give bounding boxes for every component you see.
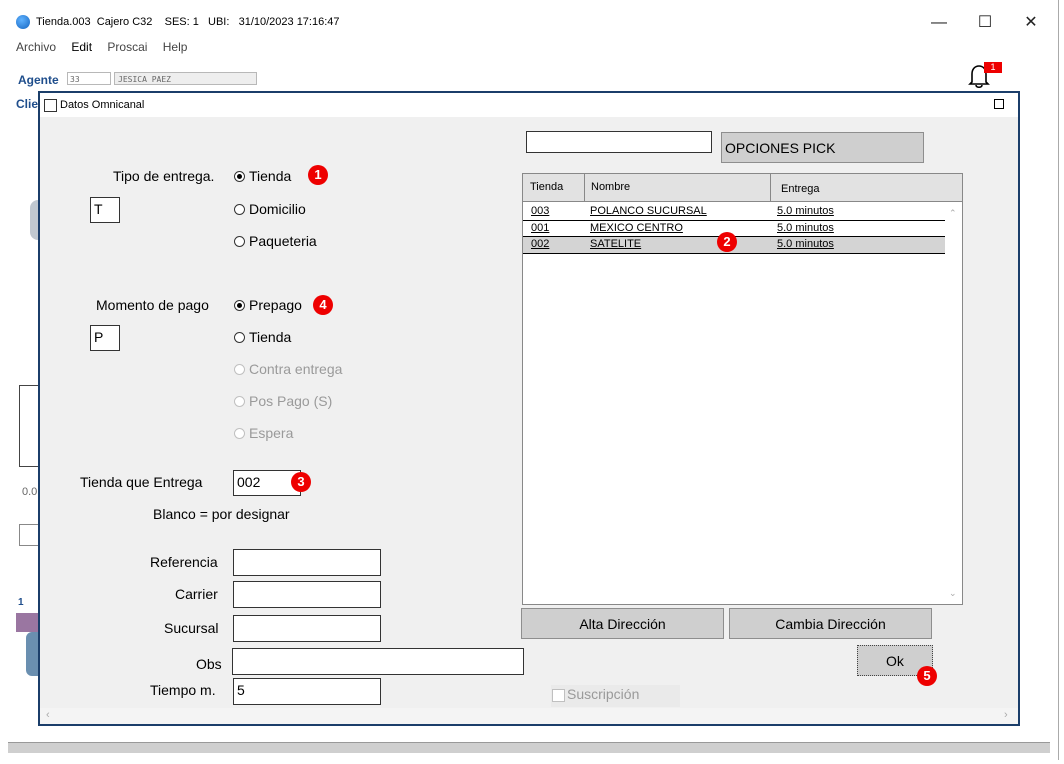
scroll-down-icon[interactable]: ⌄ [949,588,957,599]
app-globe-icon [16,15,30,29]
carrier-field[interactable] [233,581,381,608]
alta-direccion-button[interactable]: Alta Dirección [521,608,724,639]
cambia-direccion-button[interactable]: Cambia Dirección [729,608,932,639]
agent-code-field[interactable]: 33 [67,72,111,85]
radio-pago-prepago[interactable]: Prepago [234,297,302,313]
column-header-entrega[interactable]: Entrega [781,183,820,195]
tienda-entrega-hint: Blanco = por designar [153,506,290,522]
radio-pago-espera: Espera [234,425,293,441]
radio-label: Domicilio [249,201,306,217]
cell-nombre: MEXICO CENTRO [590,222,683,234]
radio-label: Tienda [249,329,292,345]
close-button[interactable]: ✕ [1008,8,1054,38]
agent-label: Agente [18,73,59,87]
obs-label: Obs [196,656,222,672]
radio-dot [234,427,245,439]
table-vertical-scrollbar[interactable]: ⌃ ⌄ [946,202,962,604]
radio-label: Tienda [249,168,292,184]
carrier-label: Carrier [175,586,218,602]
callout-badge-1: 1 [308,165,328,185]
background-swatch [16,613,40,632]
radio-label: Paqueteria [249,233,317,249]
callout-badge-4: 4 [313,295,333,315]
column-divider [584,174,585,201]
tiempo-label: Tiempo m. [150,682,216,698]
dialog-titlebar [40,93,1018,117]
radio-label: Espera [249,425,294,441]
referencia-field[interactable] [233,549,381,576]
column-header-tienda[interactable]: Tienda [530,181,563,193]
obs-field[interactable] [232,648,524,675]
momento-pago-code-field[interactable]: P [90,325,120,351]
pick-search-field[interactable] [526,131,712,153]
background-value: 0.0 [22,486,38,498]
scroll-right-icon[interactable]: › [1004,709,1008,721]
background-list-number: 1 [18,597,24,608]
tipo-entrega-code-field[interactable]: T [90,197,120,223]
radio-dot [234,395,245,407]
sucursal-label: Sucursal [164,620,219,636]
cell-entrega: 5.0 minutos [777,205,834,217]
radio-label: Prepago [249,297,302,313]
tiempo-field[interactable]: 5 [233,678,381,705]
radio-dot [234,299,245,311]
radio-label: Pos Pago (S) [249,393,333,409]
agent-name-field: JESICA PAEZ [114,72,257,85]
callout-badge-3: 3 [291,472,311,492]
cell-tienda: 002 [531,238,550,250]
dialog-maximize-button[interactable] [994,99,1004,109]
radio-entrega-domicilio[interactable]: Domicilio [234,201,306,217]
tiendas-table: Tienda Nombre Entrega 003 POLANCO SUCURS… [522,173,963,605]
tienda-entrega-label: Tienda que Entrega [80,474,203,490]
radio-entrega-paqueteria[interactable]: Paqueteria [234,233,317,249]
cell-tienda: 001 [531,222,550,234]
cell-tienda: 003 [531,205,550,217]
datos-omnicanal-dialog: Datos Omnicanal Tipo de entrega. Tienda … [38,91,1020,726]
notification-count-badge: 1 [984,62,1002,73]
table-header: Tienda Nombre Entrega [523,174,962,202]
column-divider [770,174,771,201]
menu-help[interactable]: Help [163,40,188,54]
opciones-pick-button[interactable]: OPCIONES PICK [721,132,924,163]
client-label: Clie [16,97,39,111]
cell-nombre: SATELITE [590,238,642,250]
tipo-entrega-label: Tipo de entrega. [113,168,215,184]
suscripcion-checkbox [552,689,565,702]
radio-pago-tienda[interactable]: Tienda [234,329,291,345]
dialog-window-icon [44,99,57,112]
menu-proscai[interactable]: Proscai [107,40,147,54]
callout-badge-5: 5 [917,666,937,686]
menu-edit[interactable]: Edit [71,40,92,54]
sucursal-field[interactable] [233,615,381,642]
column-header-nombre[interactable]: Nombre [591,181,630,193]
referencia-label: Referencia [150,554,218,570]
radio-dot [234,170,245,182]
status-bar [8,742,1050,753]
dialog-title: Datos Omnicanal [60,99,145,111]
cell-entrega: 5.0 minutos [777,238,834,250]
scroll-up-icon[interactable]: ⌃ [949,208,957,219]
menu-archivo[interactable]: Archivo [16,40,56,54]
suscripcion-label: Suscripción [567,686,640,702]
radio-pago-pos-pago: Pos Pago (S) [234,393,332,409]
minimize-button[interactable]: — [916,8,962,38]
dialog-horizontal-scrollbar[interactable]: ‹ › [40,708,1018,724]
window-title: Tienda.003 Cajero C32 SES: 1 UBI: 31/10/… [36,16,340,28]
radio-label: Contra entrega [249,361,343,377]
table-row[interactable]: 003 POLANCO SUCURSAL 5.0 minutos [523,204,945,220]
scroll-left-icon[interactable]: ‹ [46,709,50,721]
window-edge [1058,0,1059,760]
radio-dot [234,203,245,215]
radio-dot [234,331,245,343]
radio-dot [234,235,245,247]
radio-entrega-tienda[interactable]: Tienda [234,168,291,184]
radio-pago-contra-entrega: Contra entrega [234,361,342,377]
cell-entrega: 5.0 minutos [777,222,834,234]
cell-nombre: POLANCO SUCURSAL [590,205,707,217]
momento-pago-label: Momento de pago [96,297,209,313]
radio-dot [234,363,245,375]
maximize-button[interactable]: ☐ [962,8,1008,38]
callout-badge-2: 2 [717,232,737,252]
menu-bar: Archivo Edit Proscai Help [0,40,187,58]
